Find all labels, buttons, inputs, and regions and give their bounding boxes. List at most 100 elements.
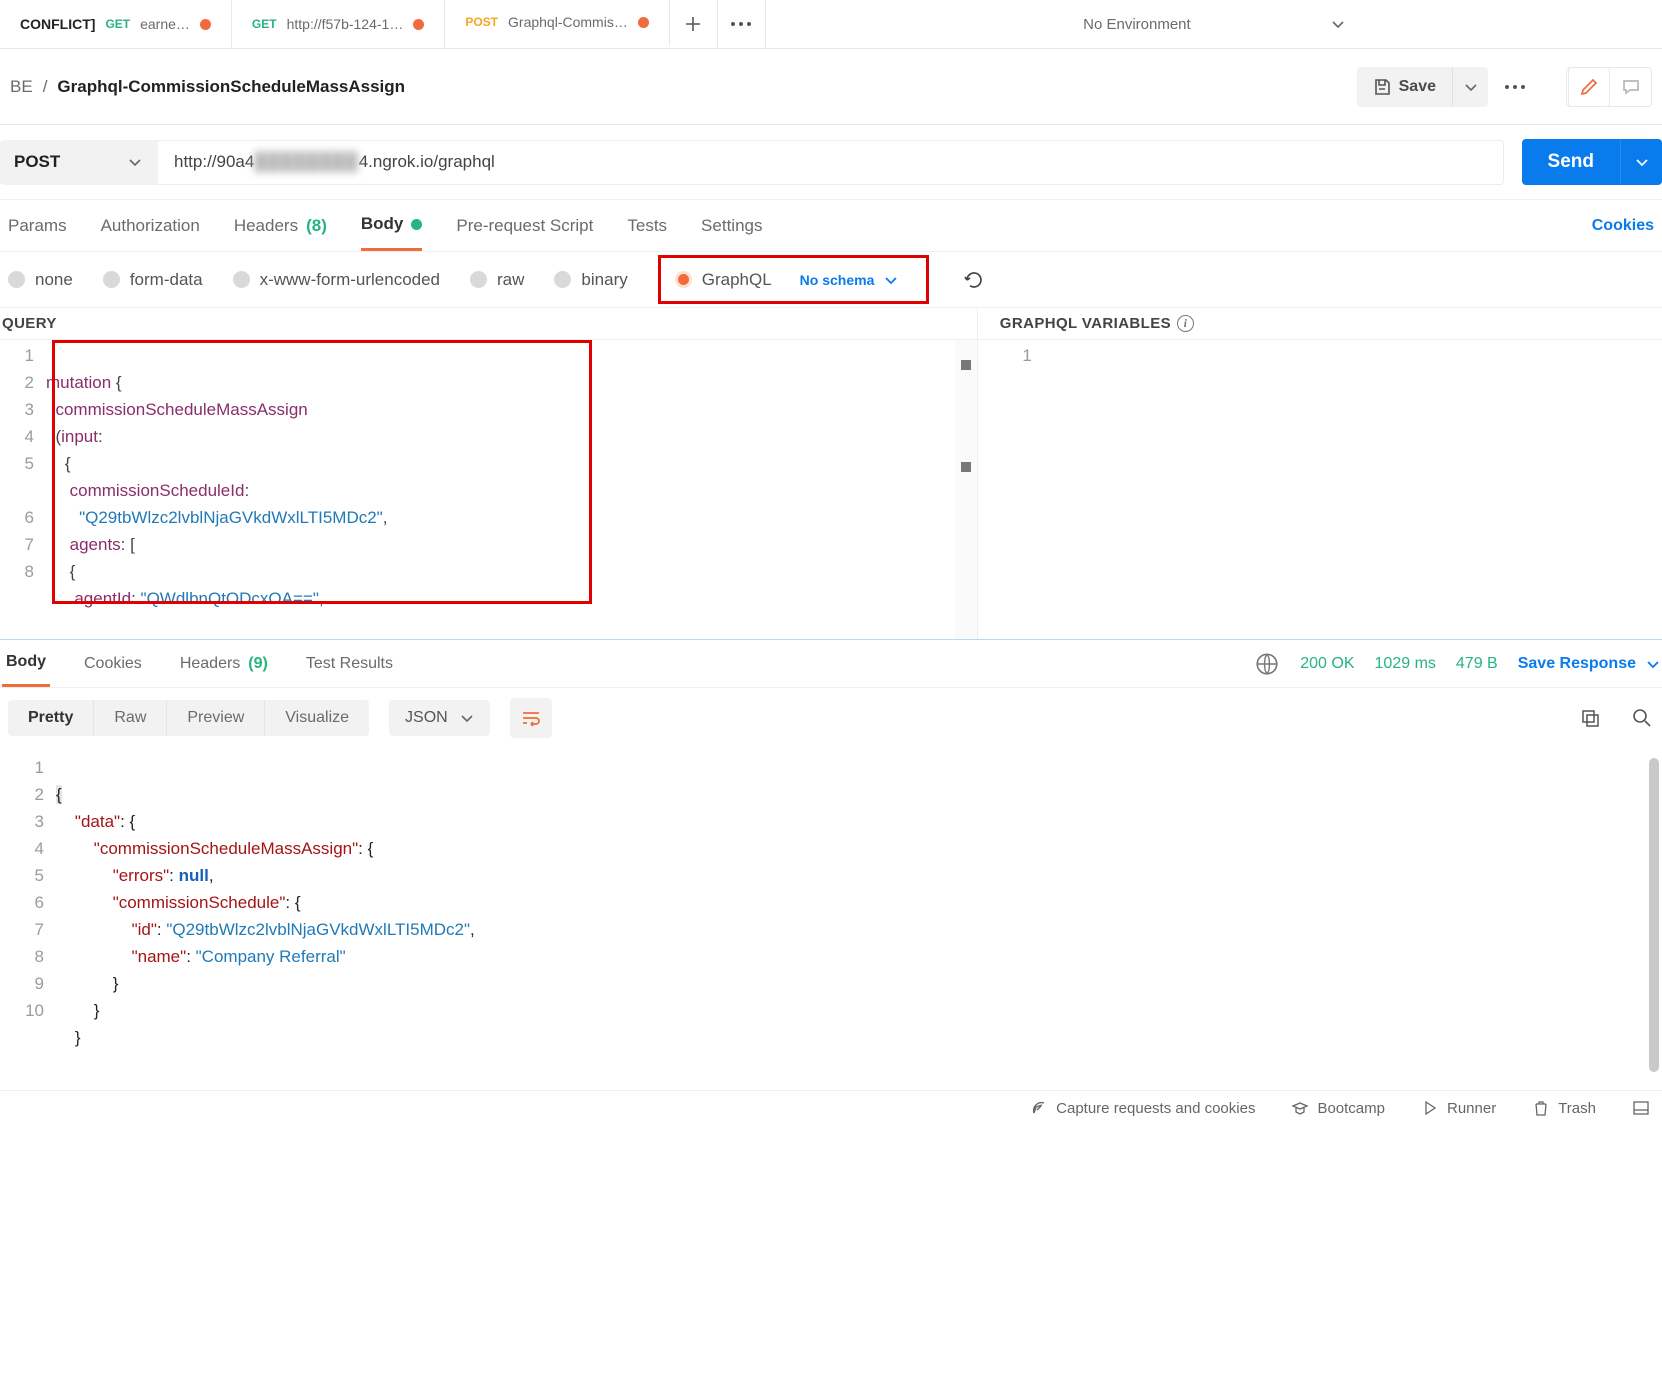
pencil-icon: [1579, 77, 1599, 97]
bodytype-label: raw: [497, 270, 524, 290]
footer-bootcamp[interactable]: Bootcamp: [1291, 1099, 1385, 1117]
query-gutter: 12345678: [0, 340, 46, 639]
save-response-button[interactable]: Save Response: [1518, 655, 1660, 673]
bodytype-label: x-www-form-urlencoded: [260, 270, 440, 290]
environment-name: No Environment: [1083, 16, 1191, 33]
refresh-schema-button[interactable]: [959, 265, 989, 295]
footer-bar: Capture requests and cookies Bootcamp Ru…: [0, 1090, 1662, 1125]
resp-tab-testresults[interactable]: Test Results: [302, 640, 397, 687]
new-tab-button[interactable]: [670, 0, 718, 48]
resp-tab-body[interactable]: Body: [2, 640, 50, 687]
view-preview[interactable]: Preview: [167, 700, 265, 736]
footer-trash[interactable]: Trash: [1532, 1099, 1596, 1117]
top-tab-0[interactable]: CONFLICT] GET earne…: [0, 0, 232, 48]
search-response-button[interactable]: [1630, 706, 1654, 730]
bodytype-raw[interactable]: raw: [470, 270, 524, 290]
footer-panel-toggle[interactable]: [1632, 1099, 1650, 1117]
chevron-down-icon: [1331, 17, 1345, 31]
tab-headers[interactable]: Headers(8): [234, 200, 327, 251]
bodytype-binary[interactable]: binary: [554, 270, 627, 290]
copy-response-button[interactable]: [1578, 706, 1602, 730]
resp-tab-headers-count: (9): [248, 655, 268, 673]
tab-conflict-prefix: CONFLICT]: [20, 16, 95, 32]
wrap-icon: [520, 707, 542, 729]
scroll-marker-icon: [961, 462, 971, 472]
refresh-icon: [963, 269, 985, 291]
footer-runner[interactable]: Runner: [1421, 1099, 1496, 1117]
vars-code[interactable]: [1044, 340, 1049, 369]
scroll-marker-icon: [961, 360, 971, 370]
body-dot-icon: [411, 219, 422, 230]
save-cluster: Save: [1357, 67, 1536, 107]
resp-tab-cookies[interactable]: Cookies: [80, 640, 146, 687]
globe-icon[interactable]: [1254, 651, 1280, 677]
response-code[interactable]: { "data": { "commissionScheduleMassAssig…: [56, 752, 475, 1078]
tab-body-label: Body: [361, 214, 404, 234]
tab-method: GET: [252, 17, 277, 31]
breadcrumb-row: BE / Graphql-CommissionScheduleMassAssig…: [0, 49, 1662, 125]
response-toolbar: Pretty Raw Preview Visualize JSON: [0, 688, 1662, 748]
send-dropdown-button[interactable]: [1620, 139, 1662, 185]
tab-tests[interactable]: Tests: [627, 200, 667, 251]
comment-icon: [1621, 77, 1641, 97]
environment-selector[interactable]: No Environment: [766, 16, 1662, 33]
comment-mode-button[interactable]: [1611, 68, 1651, 106]
tab-overflow-button[interactable]: [718, 0, 766, 48]
tab-authorization[interactable]: Authorization: [101, 200, 200, 251]
footer-capture[interactable]: Capture requests and cookies: [1030, 1099, 1255, 1117]
save-response-label: Save Response: [1518, 655, 1636, 673]
url-input[interactable]: http://90a4████████4.ngrok.io/graphql: [158, 140, 1504, 185]
query-code[interactable]: mutation { commissionScheduleMassAssign …: [46, 340, 387, 639]
response-body[interactable]: 12345678910 { "data": { "commissionSched…: [0, 748, 1662, 1078]
send-button[interactable]: Send: [1522, 139, 1620, 185]
resp-tab-headers-label: Headers: [180, 655, 240, 673]
tab-params[interactable]: Params: [8, 200, 67, 251]
method-selector[interactable]: POST: [0, 140, 158, 185]
tab-body[interactable]: Body: [361, 200, 423, 251]
footer-runner-label: Runner: [1447, 1100, 1496, 1117]
variables-editor[interactable]: 1: [998, 340, 1662, 369]
view-pretty[interactable]: Pretty: [8, 700, 94, 736]
bodytype-graphql[interactable]: GraphQL: [675, 270, 772, 290]
query-scrollbar[interactable]: [955, 340, 977, 639]
resp-tab-headers[interactable]: Headers (9): [176, 640, 272, 687]
save-button[interactable]: Save: [1357, 67, 1452, 107]
breadcrumb-sep: /: [43, 77, 48, 97]
chevron-down-icon: [1646, 657, 1660, 671]
editors-row: 12345678 mutation { commissionScheduleMa…: [0, 339, 1662, 639]
url-suf: 4.ngrok.io/graphql: [359, 152, 495, 172]
query-editor[interactable]: 12345678 mutation { commissionScheduleMa…: [0, 340, 977, 639]
send-cluster: Send: [1522, 139, 1662, 185]
view-visualize[interactable]: Visualize: [265, 700, 369, 736]
breadcrumb-root[interactable]: BE: [10, 77, 33, 97]
trash-icon: [1532, 1099, 1550, 1117]
status-code: 200 OK: [1300, 655, 1354, 673]
more-actions-button[interactable]: [1494, 67, 1536, 107]
bodytype-none[interactable]: none: [8, 270, 73, 290]
view-raw[interactable]: Raw: [94, 700, 167, 736]
bodytype-urlencoded[interactable]: x-www-form-urlencoded: [233, 270, 440, 290]
save-dropdown-button[interactable]: [1452, 67, 1488, 107]
wrap-toggle-button[interactable]: [510, 698, 552, 738]
response-tool-right: [1578, 706, 1654, 730]
top-tab-strip: CONFLICT] GET earne… GET http://f57b-124…: [0, 0, 1662, 49]
tab-prerequest[interactable]: Pre-request Script: [456, 200, 593, 251]
tab-settings[interactable]: Settings: [701, 200, 762, 251]
info-icon[interactable]: i: [1177, 315, 1194, 332]
copy-icon: [1579, 707, 1601, 729]
breadcrumb: BE / Graphql-CommissionScheduleMassAssig…: [10, 77, 405, 97]
top-tab-2[interactable]: POST Graphql-Commis…: [445, 0, 669, 48]
format-selector[interactable]: JSON: [389, 700, 490, 736]
schema-selector[interactable]: No schema: [800, 272, 899, 288]
method-value: POST: [14, 152, 60, 172]
edit-mode-button[interactable]: [1569, 68, 1609, 106]
top-tab-1[interactable]: GET http://f57b-124-1…: [232, 0, 445, 48]
unsaved-dot-icon: [413, 19, 424, 30]
cookies-link[interactable]: Cookies: [1592, 217, 1654, 235]
schema-label: No schema: [800, 272, 875, 288]
body-type-row: none form-data x-www-form-urlencoded raw…: [0, 252, 1662, 308]
bodytype-formdata[interactable]: form-data: [103, 270, 203, 290]
response-scrollbar[interactable]: [1646, 752, 1662, 1078]
bodytype-label: none: [35, 270, 73, 290]
status-size: 479 B: [1456, 655, 1498, 673]
